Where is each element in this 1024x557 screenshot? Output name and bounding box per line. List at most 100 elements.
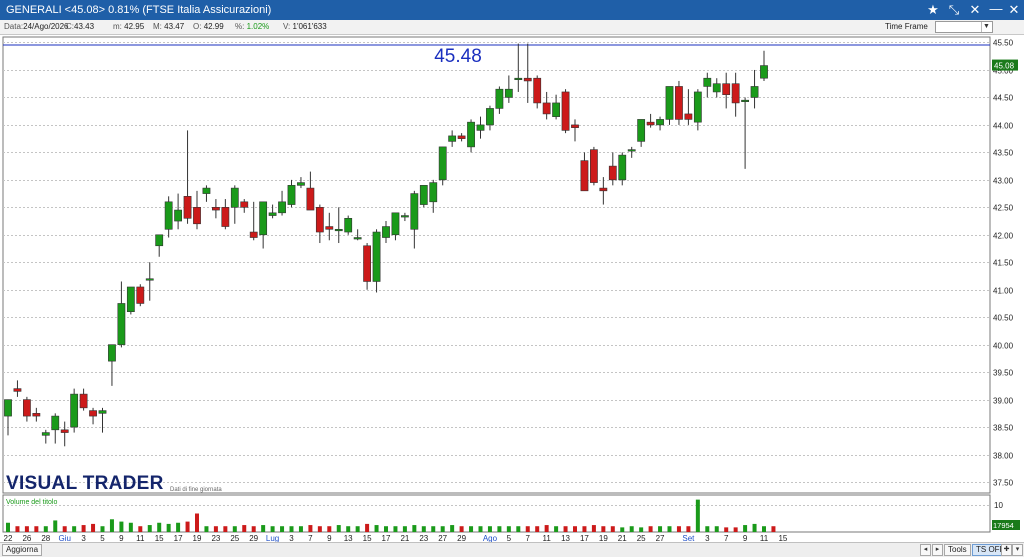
candle-up (476, 124, 485, 131)
menu-icon[interactable]: ▾ (1012, 544, 1023, 556)
candle-up (400, 215, 409, 218)
candle-up (382, 226, 390, 238)
candle-up (552, 102, 560, 117)
scroll-left-icon[interactable]: ◂ (920, 544, 931, 556)
volume-bar (128, 522, 133, 532)
volume-bar (762, 526, 766, 532)
volume-bar (573, 526, 577, 532)
volume-last-label: 17954 (993, 521, 1014, 530)
volume-bar (469, 526, 474, 532)
candle-down (363, 245, 371, 282)
candle-up (145, 278, 154, 281)
candle-up (297, 182, 305, 186)
candle-down (608, 165, 617, 181)
candle-down (22, 399, 31, 417)
volume-bar (43, 526, 48, 532)
candle-down (193, 207, 201, 225)
volume-bar (516, 526, 521, 532)
volume-bar (695, 499, 700, 532)
volume-bar (393, 526, 398, 532)
volume-bar (6, 522, 10, 532)
last-price-label: 45.08 (994, 62, 1015, 71)
tools-button[interactable]: Tools (944, 544, 971, 556)
volume-bar (157, 522, 162, 532)
brand-logo: VISUAL TRADER (6, 473, 164, 494)
volume-bar (15, 526, 20, 532)
candle-down (542, 102, 551, 115)
volume-bar (582, 526, 587, 532)
scroll-right-icon[interactable]: ▸ (932, 544, 943, 556)
candle-down (561, 91, 570, 131)
y-tick-label: 44.00 (993, 122, 1014, 131)
volume-bar (147, 525, 152, 532)
volume-bar (535, 526, 540, 532)
volume-bar (251, 526, 256, 532)
candle-down (325, 226, 334, 230)
y-tick-label: 41.00 (993, 287, 1014, 296)
candle-up (741, 99, 749, 102)
candle-down (675, 86, 683, 120)
candle-down (533, 77, 542, 104)
candle-down (13, 388, 22, 392)
volume-bar (100, 526, 105, 532)
volume-bar (440, 526, 445, 532)
data-note: Dati di fine giornata (170, 487, 222, 493)
volume-bar (752, 523, 757, 532)
y-tick-label: 40.50 (993, 314, 1014, 323)
candle-down (89, 410, 97, 417)
candle-up (4, 399, 12, 417)
volume-bar (412, 525, 417, 532)
refresh-button[interactable]: Aggiorna (2, 544, 43, 556)
candle-down (249, 231, 258, 238)
candle-up (174, 209, 182, 222)
candle-up (230, 187, 239, 208)
candle-up (98, 410, 107, 414)
candle-up (259, 201, 268, 236)
candle-up (429, 182, 438, 203)
candle-up (448, 135, 457, 142)
candle-down (731, 83, 740, 104)
volume-bar (109, 519, 114, 532)
volume-bar (487, 526, 492, 532)
volume-bar (91, 523, 96, 532)
volume-bar (166, 523, 171, 532)
candle-down (646, 121, 655, 126)
cursor-icon[interactable]: ✚ (1001, 544, 1012, 556)
candle-down (315, 207, 324, 233)
y-tick-label: 42.50 (993, 204, 1014, 213)
volume-bar (724, 527, 729, 532)
y-tick-label: 39.00 (993, 397, 1014, 406)
candle-up (750, 86, 759, 98)
volume-bar (317, 526, 322, 532)
volume-bar (421, 526, 426, 532)
volume-bar (176, 522, 181, 532)
volume-bar (336, 525, 341, 532)
volume-bar (478, 526, 483, 532)
candle-up (41, 432, 50, 436)
candle-up (344, 218, 353, 233)
volume-bar (705, 526, 710, 532)
candle-down (136, 286, 145, 304)
volume-bar (563, 526, 568, 532)
volume-bar (62, 526, 67, 532)
y-tick-label: 42.00 (993, 232, 1014, 241)
volume-bar (431, 526, 436, 532)
volume-bar (213, 526, 218, 532)
candle-up (495, 88, 504, 109)
candle-down (523, 77, 532, 82)
candle-up (391, 212, 400, 236)
highlight-price: 45.48 (434, 46, 482, 67)
candle-up (155, 234, 164, 247)
volume-bar (676, 526, 681, 532)
candle-down (684, 113, 693, 120)
volume-bar (355, 526, 360, 532)
volume-bar (119, 521, 124, 532)
volume-bar (204, 526, 209, 532)
y-tick-label: 45.50 (993, 39, 1014, 48)
candle-down (457, 135, 466, 139)
candle-up (514, 77, 523, 81)
candle-up (353, 237, 362, 240)
candle-down (589, 149, 598, 183)
volume-bar (544, 525, 549, 532)
candle-up (693, 91, 702, 123)
